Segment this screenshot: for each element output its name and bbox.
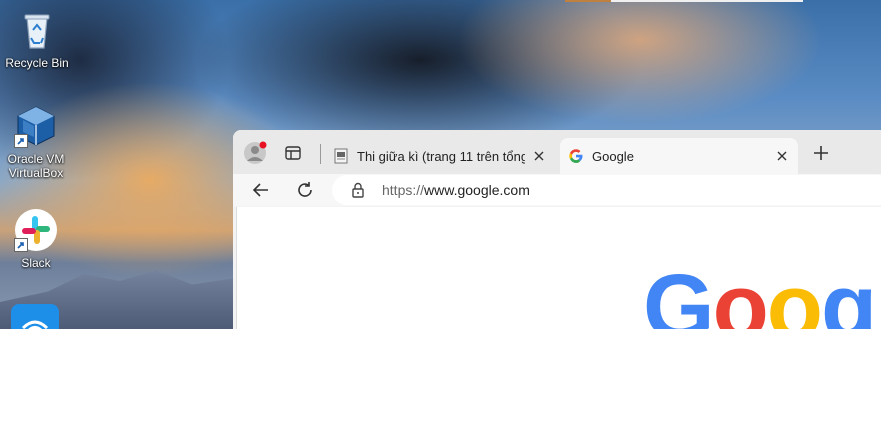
logo-letter: l <box>875 256 881 329</box>
wifi-app-icon <box>11 304 59 329</box>
page-content: Google <box>236 207 881 329</box>
desktop-icon-virtualbox[interactable]: Oracle VM VirtualBox <box>4 104 68 180</box>
shortcut-arrow-icon <box>14 238 28 252</box>
logo-letter: o <box>766 256 823 329</box>
refresh-icon <box>298 182 312 197</box>
tab-title: Google <box>592 148 634 164</box>
virtualbox-icon <box>14 104 58 148</box>
back-button[interactable] <box>249 178 273 202</box>
desktop-icon-label: Slack <box>21 256 51 270</box>
url-scheme: https:// <box>382 182 425 198</box>
refresh-button[interactable] <box>293 178 317 202</box>
slack-icon <box>14 208 58 252</box>
tab-document[interactable]: Thi giữa kì (trang 11 trên tổng số <box>325 138 555 174</box>
browser-window: Thi giữa kì (trang 11 trên tổng số Googl… <box>233 130 881 329</box>
notification-dot <box>259 141 267 149</box>
logo-letter: G <box>643 256 715 329</box>
plus-icon <box>814 146 828 160</box>
google-logo: Google <box>643 261 881 329</box>
new-tab-button[interactable] <box>810 142 832 164</box>
browser-toolbar: https://www.google.com <box>233 174 881 206</box>
url-host: www.google.com <box>424 182 530 198</box>
profile-icon[interactable] <box>243 141 267 165</box>
logo-letter: o <box>712 256 769 329</box>
url-text: https://www.google.com <box>382 182 530 198</box>
lock-icon[interactable] <box>351 182 365 198</box>
google-favicon <box>568 148 584 164</box>
close-tab-icon[interactable] <box>531 148 547 164</box>
desktop-icon-label: Oracle VM VirtualBox <box>7 152 65 180</box>
tab-title: Thi giữa kì (trang 11 trên tổng số <box>357 148 525 164</box>
logo-letter: g <box>820 256 877 329</box>
background-window-accent <box>565 0 611 2</box>
desktop-icon-wifi-app[interactable] <box>11 304 75 329</box>
tab-divider <box>320 144 321 164</box>
shortcut-arrow-icon <box>14 134 28 148</box>
desktop-icon-recycle-bin[interactable]: Recycle Bin <box>5 8 69 70</box>
desktop-icon-slack[interactable]: Slack <box>4 208 68 270</box>
document-icon <box>333 148 349 164</box>
desktop: Recycle Bin Oracle VM VirtualBox Slack T… <box>0 0 881 329</box>
recycle-bin-icon <box>15 8 59 52</box>
desktop-icon-label: Recycle Bin <box>5 56 69 70</box>
arrow-left-icon <box>252 183 268 197</box>
tab-google[interactable]: Google <box>560 138 798 174</box>
close-tab-icon[interactable] <box>774 148 790 164</box>
tab-strip: Thi giữa kì (trang 11 trên tổng số Googl… <box>233 130 881 175</box>
vertical-tabs-icon[interactable] <box>281 141 305 165</box>
address-bar[interactable]: https://www.google.com <box>332 175 881 205</box>
